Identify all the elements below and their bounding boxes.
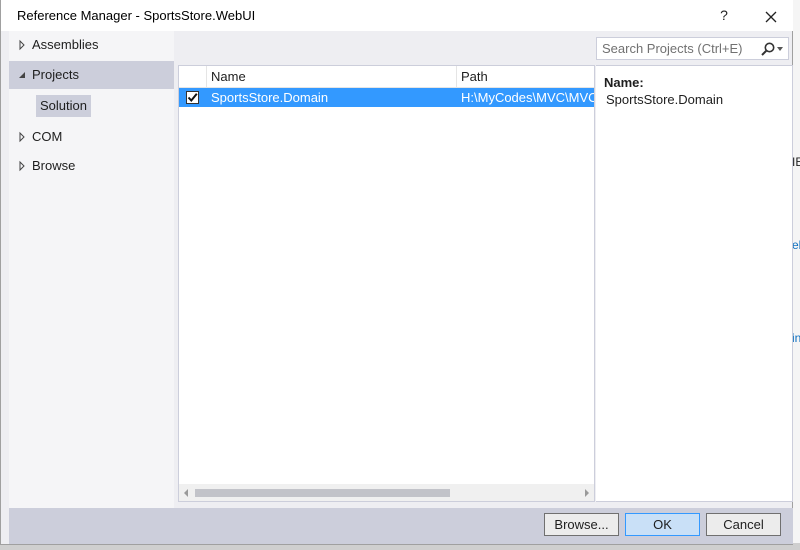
ide-text-fragment: in [792,331,800,345]
window-title: Reference Manager - SportsStore.WebUI [17,8,256,23]
column-header-checkbox[interactable] [179,66,207,88]
nav-item-label: COM [32,129,63,144]
browse-button[interactable]: Browse... [544,513,619,536]
collapse-arrow-icon[interactable] [17,61,27,89]
details-panel: Name: SportsStore.Domain [596,65,793,502]
nav-item-solution[interactable]: Solution [36,95,91,117]
nav-item-label: Projects [32,67,79,82]
row-name: SportsStore.Domain [211,90,329,105]
reference-manager-dialog: Reference Manager - SportsStore.WebUI ? … [0,0,793,545]
reference-checkbox[interactable] [186,91,199,104]
nav-item-projects[interactable]: Projects [9,61,174,89]
list-header: Name Path [179,66,594,88]
search-input[interactable] [597,38,757,59]
ide-text-fragment: eb [792,238,800,252]
nav-item-label: Assemblies [32,37,99,52]
cancel-button[interactable]: Cancel [706,513,781,536]
table-row[interactable]: SportsStore.Domain H:\MyCodes\MVC\MVC [179,88,595,107]
column-header-path[interactable]: Path [457,66,594,88]
nav-item-assemblies[interactable]: Assemblies [9,31,174,59]
scroll-left-arrow-icon[interactable] [184,489,188,497]
nav-item-browse[interactable]: Browse [9,152,174,180]
nav-item-com[interactable]: COM [9,123,174,151]
search-icon[interactable] [760,41,776,57]
ide-editor-edge [793,0,800,550]
ok-button[interactable]: OK [625,513,700,536]
scrollbar-thumb[interactable] [195,489,450,497]
category-nav: Assemblies Projects Solution COM Browse [9,31,174,508]
checkmark-icon [187,93,198,103]
details-name-label: Name: [604,75,644,90]
details-name-value: SportsStore.Domain [606,92,724,107]
help-button[interactable]: ? [708,1,740,30]
projects-list: Name Path SportsStore.Domain H:\MyCodes\… [178,65,595,502]
search-options-dropdown-icon[interactable] [777,47,783,51]
scroll-right-arrow-icon[interactable] [585,489,589,497]
title-bar[interactable]: Reference Manager - SportsStore.WebUI ? [1,0,793,31]
ide-text-fragment: IE [792,155,800,169]
expand-arrow-icon[interactable] [17,123,27,151]
search-box [596,37,789,60]
horizontal-scrollbar[interactable] [179,484,594,501]
expand-arrow-icon[interactable] [17,31,27,59]
close-button[interactable] [753,1,789,30]
nav-item-label: Browse [32,158,76,173]
row-path: H:\MyCodes\MVC\MVC [461,90,595,105]
expand-arrow-icon[interactable] [17,152,27,180]
button-bar: Browse... OK Cancel [9,508,793,544]
column-header-name[interactable]: Name [207,66,457,88]
close-icon [765,11,777,23]
